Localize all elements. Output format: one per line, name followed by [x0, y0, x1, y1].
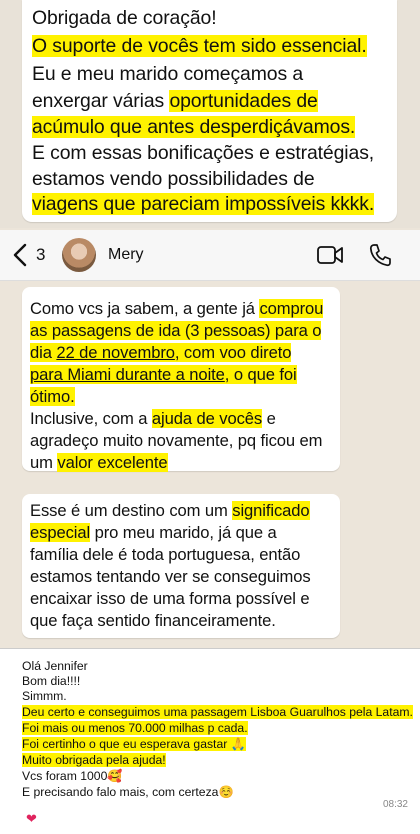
- message-line: para Miami durante a noite, o que foi: [30, 364, 297, 386]
- message-text: Esse é um destino com um: [30, 501, 233, 520]
- message-line: Foi certinho o que eu esperava gastar 🙏: [22, 737, 246, 752]
- message-line: estamos tentando ver se conseguimos: [30, 567, 311, 586]
- message-text: Como vcs ja sabem, a gente já: [30, 299, 260, 318]
- contact-name[interactable]: Mery: [108, 246, 144, 264]
- message-line: Bom dia!!!!: [22, 674, 81, 688]
- chevron-left-icon[interactable]: [10, 242, 32, 268]
- message-line: Simmm.: [22, 689, 67, 703]
- message-line: Muito obrigada pela ajuda!: [22, 753, 166, 768]
- message-line: agradeço muito novamente, pq ficou em: [30, 431, 323, 450]
- message-line: estamos vendo possibilidades de: [32, 168, 315, 190]
- message-line: Deu certo e conseguimos uma passagem Lis…: [22, 705, 413, 720]
- message-line: que faça sentido financeiramente.: [30, 611, 276, 630]
- message-line: Inclusive, com a ajuda de vocês e: [30, 408, 276, 430]
- message-screenshot-4: Olá Jennifer Bom dia!!!! Simmm. Deu cert…: [0, 648, 420, 834]
- message-line: família dele é toda portuguesa, então: [30, 545, 301, 564]
- message-line: as passagens de ida (3 pessoas) para o: [30, 320, 321, 342]
- message-line: Vcs foram 1000🥰: [22, 769, 123, 783]
- highlighted-text: dia: [30, 343, 57, 362]
- message-line: O suporte de vocês tem sido essencial.: [32, 34, 367, 58]
- avatar[interactable]: [62, 238, 96, 272]
- highlighted-text: especial: [30, 523, 91, 542]
- message-text: Inclusive, com a: [30, 409, 152, 428]
- message-text: enxergar várias: [32, 90, 170, 112]
- message-line: um valor excelente: [30, 452, 168, 474]
- highlighted-text: acúmulo que antes desperdiçávamos.: [32, 116, 356, 138]
- heart-reaction-icon[interactable]: ❤: [26, 811, 37, 827]
- highlighted-text: viagens que pareciam impossíveis kkkk.: [32, 193, 375, 215]
- highlighted-text: Deu certo e conseguimos uma passagem Lis…: [22, 705, 413, 719]
- message-line: ótimo.: [30, 386, 75, 408]
- message-line: enxergar várias oportunidades de: [32, 89, 318, 113]
- message-line: Como vcs ja sabem, a gente já comprou: [30, 298, 323, 320]
- message-line: viagens que pareciam impossíveis kkkk.: [32, 192, 374, 216]
- message-screenshot-3: Esse é um destino com um significado esp…: [0, 482, 420, 647]
- highlighted-text: significado: [232, 501, 310, 520]
- highlighted-text: oportunidades de: [169, 90, 318, 112]
- message-text: pro meu marido, já que a: [90, 523, 277, 542]
- highlighted-text: , o que foi: [224, 365, 297, 384]
- message-line: E precisando falo mais, com certeza☺️: [22, 785, 234, 799]
- message-line: acúmulo que antes desperdiçávamos.: [32, 115, 355, 139]
- highlighted-text: ótimo.: [30, 387, 75, 406]
- highlighted-text: Foi certinho o que eu esperava gastar 🙏: [22, 737, 246, 751]
- message-screenshot-2: Como vcs ja sabem, a gente já comprou as…: [0, 281, 420, 481]
- message-line: Obrigada de coração!: [32, 7, 217, 29]
- highlighted-text: para Miami durante a noite: [30, 365, 225, 384]
- message-text: e: [262, 409, 276, 428]
- highlighted-text: 22 de novembro: [56, 343, 175, 362]
- highlighted-text: comprou: [259, 299, 324, 318]
- message-screenshot-1: Obrigada de coração! O suporte de vocês …: [0, 0, 420, 228]
- highlighted-text: , com voo direto: [174, 343, 292, 362]
- message-line: Esse é um destino com um significado: [30, 500, 310, 522]
- highlighted-text: O suporte de vocês tem sido essencial.: [32, 35, 367, 57]
- chat-header: 3 Mery: [0, 230, 420, 281]
- back-unread-count[interactable]: 3: [36, 245, 45, 265]
- phone-icon[interactable]: [368, 242, 392, 268]
- message-line: especial pro meu marido, já que a: [30, 522, 277, 544]
- highlighted-text: Foi mais ou menos 70.000 milhas p cada.: [22, 721, 248, 735]
- message-line: dia 22 de novembro, com voo direto: [30, 342, 291, 364]
- highlighted-text: as passagens de ida (3 pessoas) para o: [30, 321, 322, 340]
- highlighted-text: valor excelente: [57, 453, 168, 472]
- message-text: um: [30, 453, 58, 472]
- message-timestamp: 08:32: [382, 799, 408, 810]
- message-line: Eu e meu marido começamos a: [32, 63, 304, 85]
- message-line: E com essas bonificações e estratégias,: [32, 142, 375, 164]
- message-line: encaixar isso de uma forma possível e: [30, 589, 310, 608]
- highlighted-text: ajuda de vocês: [151, 409, 263, 428]
- highlighted-text: Muito obrigada pela ajuda!: [22, 753, 166, 767]
- message-line: Foi mais ou menos 70.000 milhas p cada.: [22, 721, 248, 736]
- video-call-icon[interactable]: [316, 244, 344, 266]
- message-line: Olá Jennifer: [22, 659, 88, 673]
